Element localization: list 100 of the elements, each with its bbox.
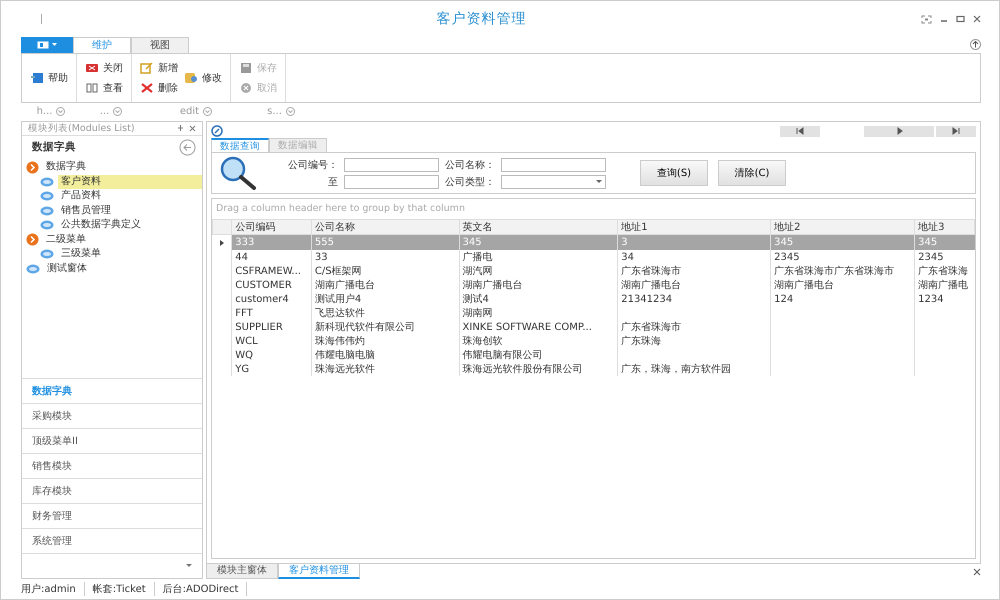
column-header[interactable]: 地址3 [914, 220, 974, 234]
ribbon-button[interactable]: 帮助 [30, 71, 68, 85]
status-item: 后台:ADODirect [162, 582, 248, 596]
table-cell: 44 [232, 250, 312, 264]
ribbon-button[interactable]: 修改 [184, 71, 222, 85]
tree-item[interactable]: 数据字典 [43, 160, 89, 174]
view-icon [85, 81, 99, 95]
ribbon-button[interactable]: 新增 [140, 61, 178, 75]
table-cell: 33 [311, 250, 460, 264]
expand-icon[interactable] [113, 106, 122, 116]
close-icon[interactable] [973, 15, 981, 23]
app-menu-button[interactable] [21, 37, 73, 53]
last-page-button[interactable] [936, 126, 976, 136]
form-icon [40, 191, 54, 202]
tree-item[interactable]: 二级菜单 [43, 232, 89, 247]
fullscreen-icon[interactable] [921, 14, 932, 24]
expand-icon[interactable] [203, 106, 212, 116]
field-label: 至 [327, 176, 338, 188]
dropdown-caret-icon[interactable] [186, 564, 192, 568]
cancel-icon [239, 81, 253, 95]
table-cell: 3 [618, 234, 771, 250]
pin-icon[interactable] [970, 39, 981, 50]
table-cell: 广播电 [459, 250, 618, 264]
table-cell: 伟耀电脑电脑 [311, 348, 460, 362]
panel-title: 模块列表(Modules List) [28, 122, 135, 135]
divider-mark [41, 14, 42, 24]
module-item[interactable]: 系统管理 [22, 528, 202, 553]
last-arrow-icon [951, 126, 961, 136]
module-item[interactable]: 采购模块 [22, 403, 202, 428]
group-label: edit [180, 106, 200, 116]
app-window-icon [37, 41, 49, 49]
column-header[interactable]: 地址1 [618, 220, 771, 234]
table-cell: customer4 [232, 292, 312, 306]
next-page-button[interactable] [864, 126, 934, 136]
section-title: 数据字典 [32, 140, 76, 154]
field-label: 公司类型： [445, 176, 495, 188]
ribbon-tab[interactable]: 维护 [73, 37, 131, 53]
tree-item[interactable]: 产品资料 [58, 189, 104, 204]
query-button[interactable]: 清除(C) [718, 160, 786, 186]
table-cell: WCL [232, 334, 312, 348]
table-cell: 新科现代软件有限公司 [311, 320, 460, 334]
delete-icon [140, 81, 154, 95]
dropdown-caret-icon[interactable] [596, 180, 602, 184]
first-page-button[interactable] [780, 126, 820, 136]
window-title: 客户资料管理 [436, 10, 528, 28]
tree-item[interactable]: 客户资料 [58, 174, 202, 189]
tree-item[interactable]: 三级菜单 [58, 247, 104, 262]
module-item[interactable]: 库存模块 [22, 478, 202, 503]
help-book-icon [30, 71, 44, 85]
table-cell: 124 [770, 292, 915, 306]
table-cell: 珠海远光软件 [311, 362, 460, 376]
column-header[interactable]: 公司名称 [311, 220, 460, 234]
input-field[interactable] [501, 158, 606, 172]
table-cell: 珠海创软 [459, 334, 618, 348]
select-field[interactable] [501, 174, 606, 188]
ribbon-button[interactable]: 关闭 [85, 61, 123, 75]
table-cell: 湖南广播电台 [618, 278, 771, 292]
table-cell: XINKE SOFTWARE COMP... [459, 320, 618, 334]
table-cell: 广东省珠海市广东省珠海市 [770, 264, 915, 278]
input-field[interactable] [344, 158, 439, 172]
close-icon[interactable] [973, 568, 981, 576]
ribbon-button[interactable]: 查看 [85, 81, 123, 95]
column-header[interactable]: 英文名 [459, 220, 618, 234]
tree-item[interactable]: 销售员管理 [58, 204, 114, 218]
expand-icon[interactable] [56, 106, 66, 116]
group-label: s... [267, 106, 282, 116]
compass-icon [211, 125, 223, 137]
module-item[interactable]: 财务管理 [22, 503, 202, 528]
query-button[interactable]: 查询(S) [640, 160, 708, 186]
table-cell: 伟耀电脑有限公司 [459, 348, 618, 362]
column-header[interactable]: 地址2 [770, 220, 915, 234]
table-cell: C/S框架网 [311, 264, 460, 278]
first-arrow-icon [795, 126, 805, 136]
form-icon [40, 249, 54, 260]
tree-item[interactable]: 测试窗体 [44, 262, 90, 276]
content-tab[interactable]: 数据查询 [211, 138, 269, 152]
expand-icon[interactable] [286, 106, 295, 116]
add-note-icon [140, 61, 154, 75]
ribbon-button[interactable]: 删除 [140, 81, 178, 95]
module-item[interactable]: 销售模块 [22, 453, 202, 478]
table-cell: 湖南广播电台 [459, 278, 618, 292]
form-icon [26, 264, 40, 274]
column-header[interactable]: 公司编码 [232, 220, 312, 234]
maximize-icon[interactable] [956, 15, 965, 23]
module-item[interactable]: 顶级菜单II [22, 428, 202, 453]
close-icon[interactable] [189, 125, 196, 132]
tree-item[interactable]: 公共数据字典定义 [58, 218, 144, 232]
group-hint: Drag a column header here to group by that column [215, 202, 466, 216]
table-cell: 345 [914, 234, 974, 250]
form-icon [40, 176, 54, 187]
table-cell: 2345 [770, 250, 915, 264]
ribbon-tab[interactable]: 视图 [131, 37, 189, 53]
table-cell: 广东，珠海，南方软件园 [618, 362, 771, 376]
table-cell: YG [232, 362, 312, 376]
document-tab[interactable]: 模块主窗体 [206, 564, 278, 579]
table-cell: FFT [232, 306, 312, 320]
input-field[interactable] [344, 174, 439, 188]
table-cell: SUPPLIER [232, 320, 312, 334]
table-cell: 34 [618, 250, 771, 264]
pin-icon[interactable] [177, 125, 184, 132]
